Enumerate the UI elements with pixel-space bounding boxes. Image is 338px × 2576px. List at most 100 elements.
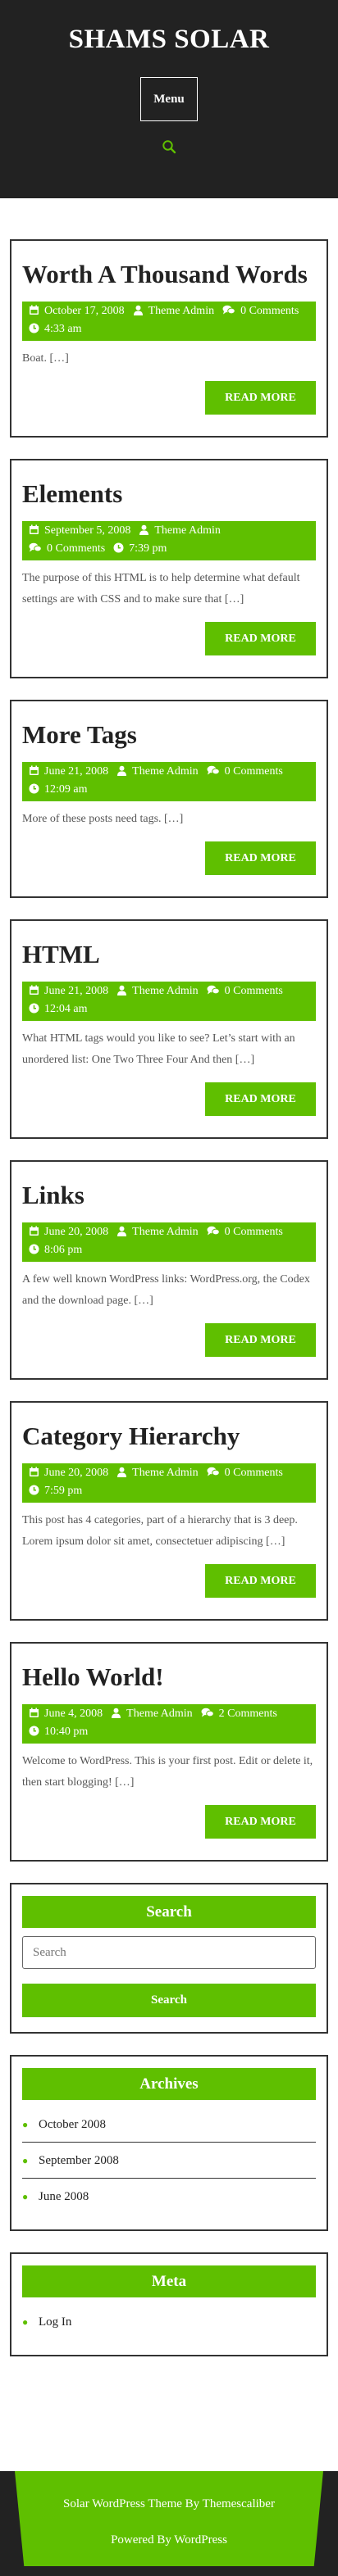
- read-more-button[interactable]: READ MORE: [205, 1564, 316, 1598]
- user-icon: [139, 524, 154, 537]
- post-comments-text: 0 Comments: [224, 1467, 283, 1479]
- post-title[interactable]: Hello World!: [22, 1653, 316, 1693]
- main-content: Worth A Thousand Words October 17, 2008 Th…: [0, 198, 338, 2356]
- read-more-button[interactable]: READ MORE: [205, 381, 316, 415]
- post-author-text: Theme Admin: [154, 524, 221, 537]
- meta-widget-title: Meta: [22, 2265, 316, 2297]
- post-comments-text: 0 Comments: [224, 1226, 283, 1238]
- post-excerpt: The purpose of this HTML is to help dete…: [22, 572, 300, 605]
- post-author[interactable]: Theme Admin: [133, 305, 214, 317]
- post-title[interactable]: Category Hierarchy: [22, 1413, 316, 1452]
- post-author-text: Theme Admin: [132, 1467, 199, 1479]
- read-more-button[interactable]: READ MORE: [205, 1082, 316, 1116]
- post-card: Elements September 5, 2008 Theme Admin 0 Co…: [10, 459, 328, 678]
- archives-list: ● October 2008 ● September 2008 ● June 2008: [22, 2107, 316, 2215]
- post-date[interactable]: September 5, 2008: [29, 524, 130, 537]
- post-time-text: 4:33 am: [44, 323, 82, 335]
- calendar-icon: [29, 985, 44, 997]
- post-excerpt: More of these posts need tags. […]: [22, 813, 184, 825]
- comments-icon: [201, 1708, 219, 1720]
- post-meta: June 20, 2008 Theme Admin 0 Comments 8:06 p…: [22, 1222, 316, 1262]
- read-more-row: READ MORE: [22, 622, 316, 655]
- post-title[interactable]: Worth A Thousand Words: [22, 251, 316, 290]
- post-title[interactable]: HTML: [22, 931, 316, 970]
- read-more-row: READ MORE: [22, 1805, 316, 1839]
- user-icon: [116, 765, 132, 778]
- site-footer: Solar WordPress Theme By Themescaliber P…: [0, 2471, 338, 2576]
- post-time: 4:33 am: [29, 323, 82, 335]
- post-author[interactable]: Theme Admin: [116, 1226, 199, 1238]
- calendar-icon: [29, 765, 44, 778]
- archive-item: ● June 2008: [22, 2179, 316, 2215]
- read-more-button[interactable]: READ MORE: [205, 622, 316, 655]
- calendar-icon: [29, 1226, 44, 1238]
- user-icon: [116, 985, 132, 997]
- archive-link[interactable]: June 2008: [39, 2179, 89, 2215]
- site-title[interactable]: SHAMS SOLAR: [0, 23, 338, 56]
- post-author[interactable]: Theme Admin: [116, 765, 199, 778]
- post-comments[interactable]: 2 Comments: [201, 1708, 277, 1720]
- bullet-icon: ●: [22, 2316, 29, 2328]
- post-time: 7:39 pm: [113, 542, 167, 555]
- archive-link[interactable]: October 2008: [39, 2107, 106, 2143]
- post-date[interactable]: October 17, 2008: [29, 305, 125, 317]
- post-title[interactable]: Links: [22, 1172, 316, 1211]
- post-comments-text: 0 Comments: [224, 765, 283, 778]
- post-time-text: 12:09 am: [44, 783, 88, 796]
- search-toggle[interactable]: [0, 139, 338, 159]
- post-title[interactable]: Elements: [22, 470, 316, 510]
- read-more-button[interactable]: READ MORE: [205, 1805, 316, 1839]
- post-author[interactable]: Theme Admin: [116, 985, 199, 997]
- read-more-button[interactable]: READ MORE: [205, 841, 316, 875]
- search-button[interactable]: Search: [22, 1984, 316, 2017]
- archive-link[interactable]: September 2008: [39, 2143, 119, 2179]
- comments-icon: [207, 1226, 225, 1238]
- bullet-icon: ●: [22, 2191, 29, 2202]
- post-comments[interactable]: 0 Comments: [29, 542, 105, 555]
- post-date-text: October 17, 2008: [44, 305, 125, 317]
- post-title[interactable]: More Tags: [22, 711, 316, 751]
- post-author[interactable]: Theme Admin: [111, 1708, 193, 1720]
- clock-icon: [29, 1003, 44, 1015]
- post-comments-text: 2 Comments: [218, 1708, 277, 1720]
- calendar-icon: [29, 524, 44, 537]
- post-author-text: Theme Admin: [132, 1226, 199, 1238]
- post-time: 12:04 am: [29, 1003, 88, 1015]
- calendar-icon: [29, 1708, 44, 1720]
- search-input[interactable]: [22, 1936, 316, 1969]
- comments-icon: [207, 765, 225, 778]
- login-link[interactable]: Log In: [39, 2304, 71, 2340]
- post-time: 12:09 am: [29, 783, 88, 796]
- post-comments-text: 0 Comments: [47, 542, 106, 555]
- post-date-text: June 4, 2008: [44, 1708, 103, 1720]
- post-card: Hello World! June 4, 2008 Theme Admin 2 Com…: [10, 1642, 328, 1862]
- post-comments[interactable]: 0 Comments: [222, 305, 299, 317]
- post-date-text: June 20, 2008: [44, 1226, 109, 1238]
- post-comments-text: 0 Comments: [224, 985, 283, 997]
- menu-button[interactable]: Menu: [140, 77, 198, 121]
- post-date[interactable]: June 21, 2008: [29, 765, 108, 778]
- post-date[interactable]: June 21, 2008: [29, 985, 108, 997]
- post-comments-text: 0 Comments: [240, 305, 299, 317]
- post-author[interactable]: Theme Admin: [139, 524, 221, 537]
- post-comments[interactable]: 0 Comments: [207, 765, 283, 778]
- read-more-button[interactable]: READ MORE: [205, 1323, 316, 1357]
- post-card: More Tags June 21, 2008 Theme Admin 0 Comme…: [10, 700, 328, 898]
- footer-credit[interactable]: Solar WordPress Theme By Themescaliber: [15, 2497, 323, 2511]
- post-date-text: June 21, 2008: [44, 765, 109, 778]
- post-date[interactable]: June 4, 2008: [29, 1708, 103, 1720]
- post-author-text: Theme Admin: [132, 765, 199, 778]
- clock-icon: [29, 783, 44, 796]
- user-icon: [116, 1226, 132, 1238]
- footer-powered-by[interactable]: Powered By WordPress: [15, 2533, 323, 2547]
- post-comments[interactable]: 0 Comments: [207, 985, 283, 997]
- post-date[interactable]: June 20, 2008: [29, 1226, 108, 1238]
- post-date[interactable]: June 20, 2008: [29, 1467, 108, 1479]
- post-author[interactable]: Theme Admin: [116, 1467, 199, 1479]
- clock-icon: [29, 323, 44, 335]
- post-time-text: 7:39 pm: [129, 542, 167, 555]
- post-comments[interactable]: 0 Comments: [207, 1226, 283, 1238]
- user-icon: [133, 305, 148, 317]
- post-comments[interactable]: 0 Comments: [207, 1467, 283, 1479]
- clock-icon: [29, 1244, 44, 1256]
